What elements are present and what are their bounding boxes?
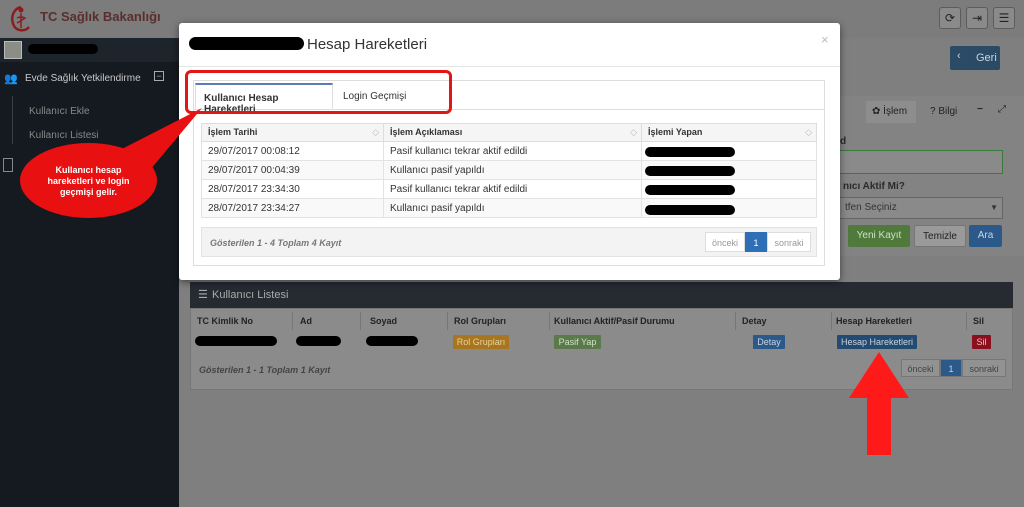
modal-footer: Gösterilen 1 - 4 Toplam 4 Kayıt önceki 1… <box>201 227 817 257</box>
tab-islem[interactable]: ✿ İşlem <box>866 101 916 123</box>
modal-pager-page-1[interactable]: 1 <box>745 232 767 252</box>
menu-icon[interactable]: ☰ <box>993 7 1015 29</box>
new-record-button[interactable]: Yeni Kayıt <box>848 225 910 247</box>
list-icon: ☰ <box>198 289 208 301</box>
cell-desc: Pasif kullanıcı tekrar aktif edildi <box>383 141 642 161</box>
pager-prev[interactable]: önceki <box>901 359 940 377</box>
redacted-user-4 <box>645 205 735 215</box>
collapse-toggle-icon[interactable]: − <box>154 71 164 81</box>
calendar-icon <box>3 158 13 172</box>
chevron-left-icon: ‹ <box>957 50 961 62</box>
col-label: İşlem Tarihi <box>208 127 258 137</box>
redacted-user-1 <box>645 147 735 157</box>
select-value: tfen Seçiniz <box>845 202 897 213</box>
modal-title: Hesap Hareketleri <box>307 36 428 53</box>
question-icon: ? <box>930 106 936 117</box>
col-rol[interactable]: Rol Grupları <box>450 312 550 330</box>
logout-icon[interactable]: ⇥ <box>966 7 988 29</box>
modal-pager-prev[interactable]: önceki <box>705 232 745 252</box>
sidebar-item-kullanici-listesi[interactable]: Kullanıcı Listesi <box>29 130 98 141</box>
sil-button[interactable]: Sil <box>972 335 991 349</box>
redacted-soyad <box>366 336 418 346</box>
expand-icon[interactable]: ⤢ <box>998 104 1006 115</box>
field-label-d: d <box>840 136 847 147</box>
pager-next[interactable]: sonraki <box>962 359 1006 377</box>
close-icon[interactable]: × <box>821 32 829 47</box>
cell-date: 29/07/2017 00:04:39 <box>201 160 384 180</box>
brand-title: TC Sağlık Bakanlığı <box>40 9 161 24</box>
gear-icon: ✿ <box>872 106 881 117</box>
sidebar-menu-evde-saglik[interactable]: 👥 Evde Sağlık Yetkilendirme − <box>0 68 179 90</box>
callout-text: Kullanıcı hesap hareketleri ve login geç… <box>47 165 130 197</box>
redacted-tc <box>195 336 277 346</box>
back-button[interactable]: ‹ Geri <box>950 46 1000 70</box>
text-input[interactable] <box>832 150 1003 174</box>
col-islem-aciklamasi[interactable]: İşlem Açıklaması ◇ <box>383 123 642 142</box>
callout-bubble: Kullanıcı hesap hareketleri ve login geç… <box>20 143 157 218</box>
minimize-icon[interactable]: − <box>977 104 983 115</box>
sidebar-menu-label: Evde Sağlık Yetkilendirme <box>25 73 141 84</box>
sort-icon: ◇ <box>372 127 379 137</box>
redacted-modal-username <box>189 37 304 50</box>
redacted-user-3 <box>645 185 735 195</box>
detay-button[interactable]: Detay <box>753 335 785 349</box>
clear-button[interactable]: Temizle <box>914 225 966 247</box>
col-label: İşlemi Yapan <box>648 127 703 137</box>
redacted-ad <box>296 336 341 346</box>
col-islemi-yapan[interactable]: İşlemi Yapan ◇ <box>641 123 817 142</box>
col-detay[interactable]: Detay <box>738 312 832 330</box>
col-soyad[interactable]: Soyad <box>366 312 448 330</box>
aktif-select[interactable]: tfen Seçiniz ▼ <box>832 197 1003 219</box>
tab-bilgi-label: Bilgi <box>938 106 958 117</box>
col-hareket[interactable]: Hesap Hareketleri <box>832 312 967 330</box>
col-durum[interactable]: Kullanıcı Aktif/Pasif Durumu <box>550 312 736 330</box>
cell-desc: Kullanıcı pasif yapıldı <box>383 198 642 218</box>
users-icon: 👥 <box>4 73 18 85</box>
field-label-aktif: nıcı Aktif Mi? <box>843 181 905 192</box>
modal-footer-text: Gösterilen 1 - 4 Toplam 4 Kayıt <box>210 238 342 248</box>
refresh-icon[interactable]: ⟳ <box>939 7 961 29</box>
rol-gruplari-button[interactable]: Rol Grupları <box>453 335 509 349</box>
col-islem-tarihi[interactable]: İşlem Tarihi ◇ <box>201 123 384 142</box>
pasif-yap-button[interactable]: Pasif Yap <box>554 335 601 349</box>
redacted-username <box>28 44 98 54</box>
search-button[interactable]: Ara <box>969 225 1002 247</box>
cell-date: 28/07/2017 23:34:27 <box>201 198 384 218</box>
list-header: ☰ Kullanıcı Listesi <box>190 282 1013 308</box>
pager-page-1[interactable]: 1 <box>940 359 962 377</box>
sidebar-item-kullanici-ekle[interactable]: Kullanıcı Ekle <box>29 106 90 117</box>
modal-divider <box>179 66 840 67</box>
caret-down-icon: ▼ <box>990 203 998 212</box>
user-row <box>0 38 179 62</box>
sort-icon: ◇ <box>630 127 637 137</box>
tab-islem-label: İşlem <box>883 106 908 117</box>
cell-date: 28/07/2017 23:34:30 <box>201 179 384 199</box>
modal-pager-next[interactable]: sonraki <box>767 232 811 252</box>
sidebar: 👥 Evde Sağlık Yetkilendirme − Kullanıcı … <box>0 38 179 507</box>
col-ad[interactable]: Ad <box>296 312 361 330</box>
submenu-line <box>12 96 13 144</box>
col-sil[interactable]: Sil <box>969 312 1009 330</box>
col-tc[interactable]: TC Kimlik No <box>193 312 293 330</box>
cell-date: 29/07/2017 00:08:12 <box>201 141 384 161</box>
redacted-user-2 <box>645 166 735 176</box>
tab-bilgi[interactable]: ? Bilgi <box>924 101 969 123</box>
tabs-highlight-frame <box>185 70 452 114</box>
list-title: Kullanıcı Listesi <box>212 289 289 301</box>
avatar <box>4 41 22 59</box>
list-footer: Gösterilen 1 - 1 Toplam 1 Kayıt <box>199 365 331 375</box>
hesap-hareketleri-button[interactable]: Hesap Hareketleri <box>837 335 917 349</box>
cell-desc: Pasif kullanıcı tekrar aktif edildi <box>383 179 642 199</box>
back-button-label: Geri <box>976 52 997 64</box>
col-label: İşlem Açıklaması <box>390 127 463 137</box>
sort-icon: ◇ <box>805 127 812 137</box>
cell-desc: Kullanıcı pasif yapıldı <box>383 160 642 180</box>
ministry-logo-icon <box>11 5 30 32</box>
